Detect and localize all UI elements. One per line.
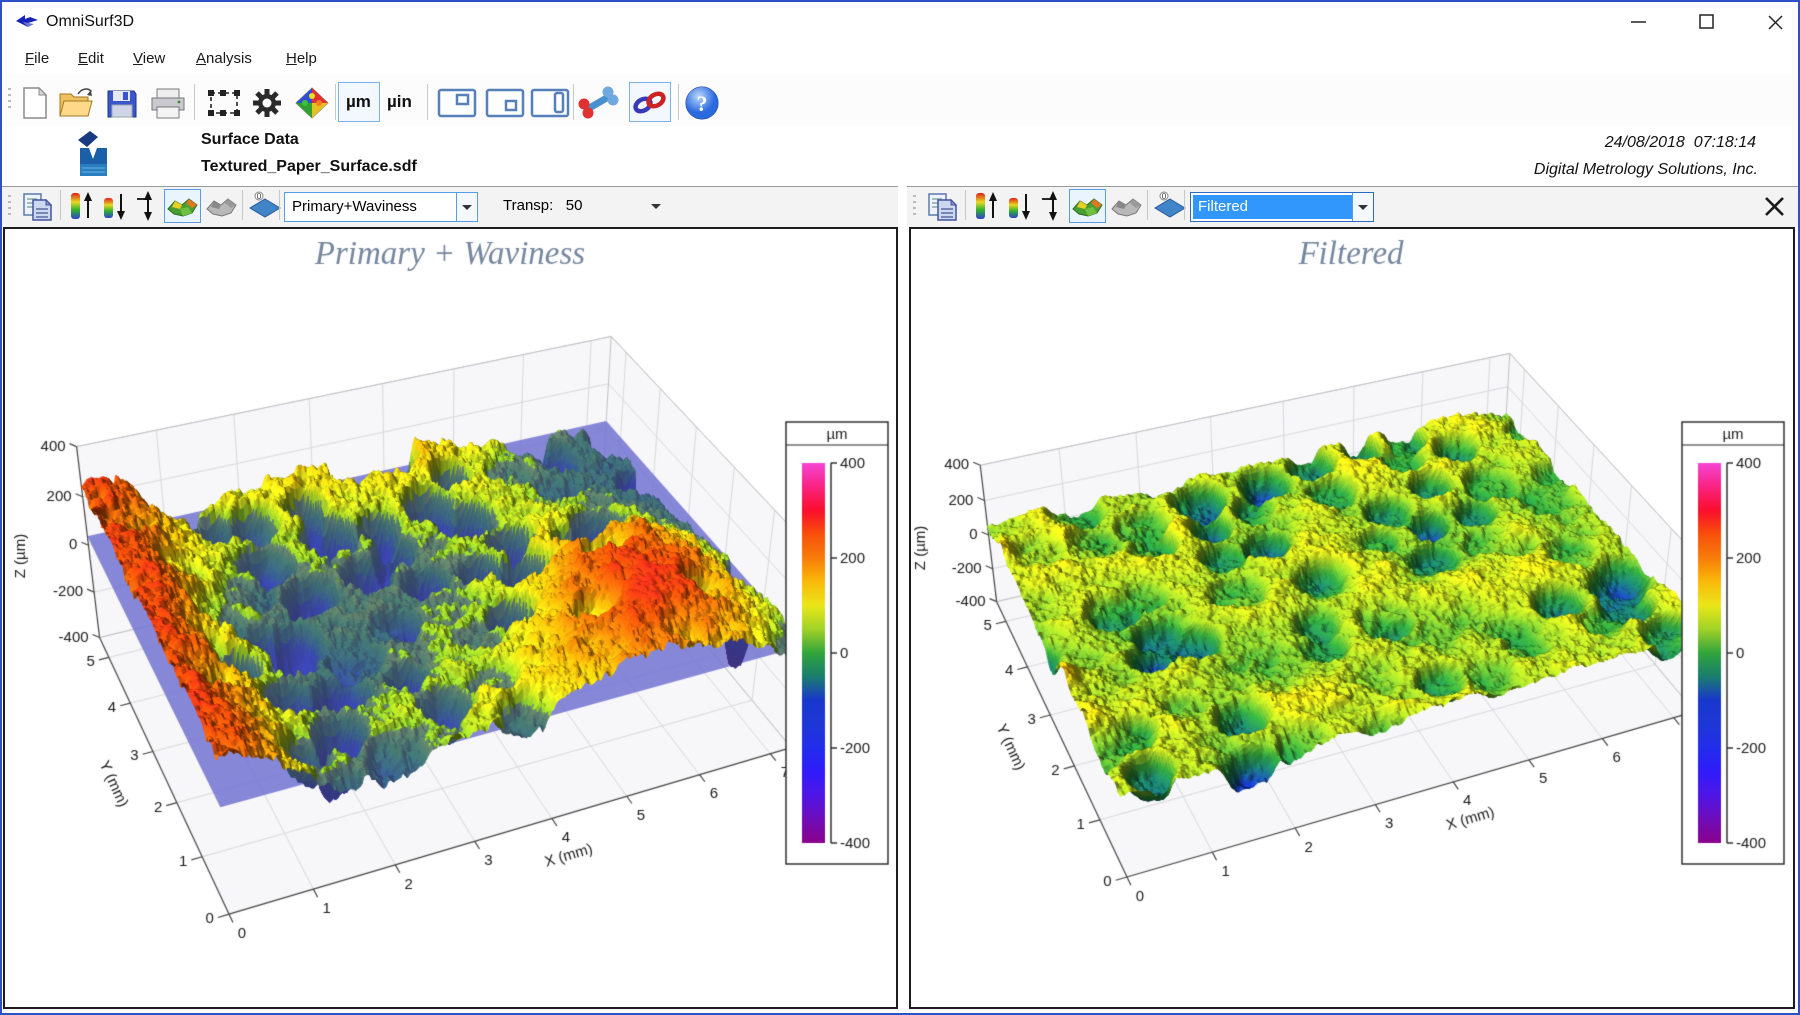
svg-text:0: 0	[1162, 192, 1167, 201]
svg-text:0: 0	[257, 192, 262, 201]
svg-text:?: ?	[697, 91, 708, 116]
